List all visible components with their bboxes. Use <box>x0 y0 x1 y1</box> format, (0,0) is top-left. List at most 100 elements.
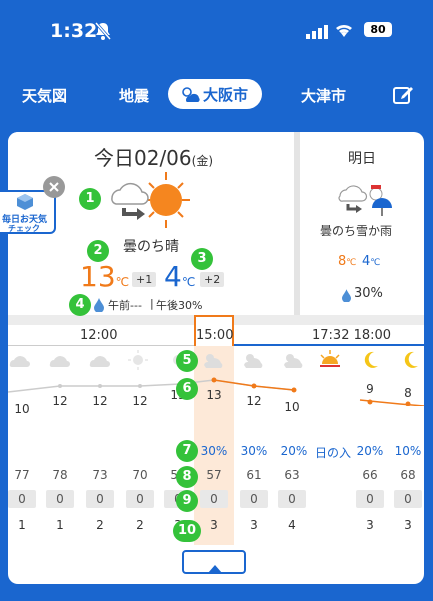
hour-humidity: 77 <box>14 468 30 482</box>
today-date: 今日02/06(金) <box>94 142 213 171</box>
hour-temp: 13 <box>206 388 222 402</box>
tab-weather-map[interactable]: 天気図 <box>22 85 67 106</box>
bell-off-icon <box>94 22 112 44</box>
hour-humidity: 61 <box>246 468 262 482</box>
today-high-unit: ℃ <box>115 275 130 289</box>
cloudy-then-sunny-icon <box>106 170 196 234</box>
today-title: 今日02/06 <box>94 146 192 170</box>
hour-rain-mm: 0 <box>8 490 36 508</box>
annotation-badge: 6 <box>176 378 198 400</box>
collapse-button[interactable] <box>182 550 246 574</box>
tomorrow-high-unit: ℃ <box>346 258 357 268</box>
tab-earthquake[interactable]: 地震 <box>119 85 149 106</box>
annotation-badge: 1 <box>79 188 101 210</box>
today-high-diff: +1 <box>132 272 157 287</box>
hour-humidity: 57 <box>206 468 222 482</box>
annotation-badge: 9 <box>176 490 198 512</box>
tomorrow-raindrop-icon <box>342 287 351 306</box>
sun-icon <box>128 350 148 374</box>
promo-line2: チェック <box>8 224 40 233</box>
cloud-icon <box>88 352 112 372</box>
today-low-diff: +2 <box>200 272 225 287</box>
chevron-up-icon <box>208 558 222 577</box>
partly-cloudy-icon <box>202 352 226 372</box>
tab-osaka[interactable]: 大阪市 <box>168 79 262 109</box>
hour-temp: 10 <box>14 402 30 416</box>
annotation-badge: 3 <box>191 248 213 270</box>
raindrop-icon <box>94 297 104 316</box>
tomorrow-high: 8℃ <box>338 254 356 269</box>
hour-precip: 30% <box>200 444 228 458</box>
edit-icon[interactable] <box>392 84 414 110</box>
hour-wind: 4 <box>288 518 296 532</box>
hour-wind: 2 <box>136 518 144 532</box>
rain-pm: 午後30% <box>156 299 203 312</box>
hour-humidity: 70 <box>132 468 148 482</box>
hour-wind: 1 <box>18 518 26 532</box>
cloud-icon <box>48 352 72 372</box>
hour-wind: 3 <box>250 518 258 532</box>
annotation-badge: 7 <box>176 440 198 462</box>
today-high: 13℃ <box>80 260 129 293</box>
today-low: 4℃ <box>164 260 195 293</box>
annotation-badge: 4 <box>69 294 91 316</box>
hour-wind: 2 <box>96 518 104 532</box>
hour-temp: 8 <box>404 386 412 400</box>
hour-rain-mm: 0 <box>278 490 306 508</box>
hour-humidity: 78 <box>52 468 68 482</box>
hour-temp: 12 <box>246 394 262 408</box>
partly-cloudy-icon <box>180 86 200 106</box>
hour-rain-mm: 0 <box>46 490 74 508</box>
time-label-12: 12:00 <box>80 328 118 343</box>
hour-wind: 1 <box>56 518 64 532</box>
clock: 1:32 <box>50 20 98 42</box>
partly-cloudy-icon <box>282 352 306 372</box>
tomorrow-condition: 曇のち雪か雨 <box>320 224 393 238</box>
today-weekday: (金) <box>191 154 214 168</box>
past-line <box>8 345 194 346</box>
hour-humidity: 66 <box>362 468 378 482</box>
hour-precip: 10% <box>394 444 422 458</box>
hour-temp: 12 <box>92 394 108 408</box>
tomorrow-low-unit: ℃ <box>370 258 381 268</box>
signal-icon <box>306 24 328 43</box>
today-condition: 曇のち晴 <box>123 239 179 255</box>
close-icon[interactable] <box>43 176 65 198</box>
hour-rain-mm: 0 <box>200 490 228 508</box>
wifi-icon <box>334 22 354 42</box>
hour-humidity: 73 <box>92 468 108 482</box>
moon-icon <box>400 350 420 374</box>
hour-humidity: 68 <box>400 468 416 482</box>
today-low-unit: ℃ <box>181 275 196 289</box>
hour-temp: 12 <box>52 394 68 408</box>
hour-rain-mm: 0 <box>394 490 422 508</box>
tab-bar: 天気図 地震 大阪市 大津市 <box>0 75 433 117</box>
cube-icon <box>16 194 34 214</box>
hour-rain-mm: 0 <box>240 490 268 508</box>
hour-wind: 3 <box>366 518 374 532</box>
tomorrow-low: 4℃ <box>362 254 380 269</box>
hour-precip: 20% <box>356 444 384 458</box>
tomorrow-title: 明日 <box>348 151 376 167</box>
status-bar: 1:32 80 <box>0 0 433 62</box>
hour-humidity: 63 <box>284 468 300 482</box>
annotation-badge: 10 <box>173 520 201 542</box>
moon-icon <box>360 350 380 374</box>
forecast-card: 今日02/06(金) 曇のち晴 13℃ +1 4℃ +2 午前--- | 午後3… <box>8 132 424 584</box>
hour-rain-mm: 0 <box>86 490 114 508</box>
hour-temp: 9 <box>366 382 374 396</box>
annotation-badge: 8 <box>176 466 198 488</box>
hour-rain-mm: 0 <box>356 490 384 508</box>
cloud-icon <box>8 352 32 372</box>
sunset-icon <box>318 350 342 374</box>
tab-otsu[interactable]: 大津市 <box>301 85 346 106</box>
annotation-badge: 5 <box>176 350 198 372</box>
today-high-value: 13 <box>80 260 116 293</box>
hour-rain-mm: 0 <box>126 490 154 508</box>
hour-temp: 12 <box>132 394 148 408</box>
tomorrow-panel[interactable]: 明日 曇のち雪か雨 8℃ 4℃ 30% <box>300 132 424 315</box>
cloudy-then-snow-or-rain-icon <box>338 180 398 224</box>
battery-icon: 80 <box>364 22 392 37</box>
partly-cloudy-icon <box>242 352 266 372</box>
annotation-badge: 2 <box>87 240 109 262</box>
